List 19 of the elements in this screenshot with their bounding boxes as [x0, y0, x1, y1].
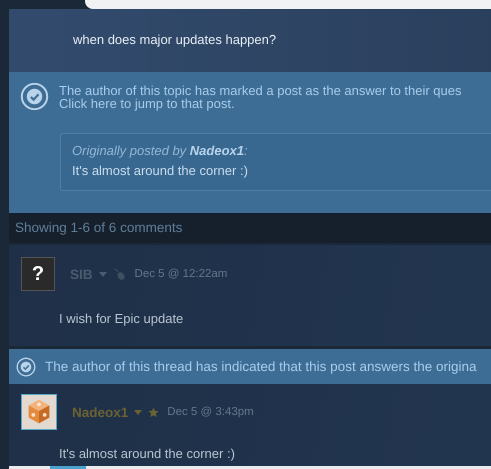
- comment-date: Dec 5 @ 12:22am: [134, 268, 228, 280]
- notice-link[interactable]: Click here to jump to that post.: [59, 96, 462, 110]
- comment-text: It's almost around the corner :): [59, 446, 236, 461]
- quote-attribution: Originally posted by Nadeox1:: [72, 143, 249, 158]
- comment-date: Dec 5 @ 3:43pm: [167, 406, 254, 418]
- notice-link[interactable]: The author of this topic has marked a post as the answer to their ques: [59, 84, 462, 96]
- caret-icon[interactable]: [98, 272, 107, 276]
- question-text: when does major updates happen?: [73, 32, 276, 47]
- author-name[interactable]: Nadeox1: [72, 404, 128, 420]
- caret-icon[interactable]: [134, 410, 142, 414]
- quote-text: It's almost around the corner :): [72, 163, 249, 178]
- mouse-icon: [112, 268, 127, 280]
- comment-count: Showing 1-6 of 6 comments: [9, 213, 491, 243]
- check-circle-icon: [16, 356, 36, 376]
- check-circle-icon: [20, 82, 49, 111]
- comment-text: I wish for Epic update: [59, 311, 184, 326]
- banner-text: The author of this thread has indicated that this post answers the origina: [45, 359, 477, 374]
- star-icon: [148, 406, 160, 418]
- avatar[interactable]: ?: [21, 257, 55, 291]
